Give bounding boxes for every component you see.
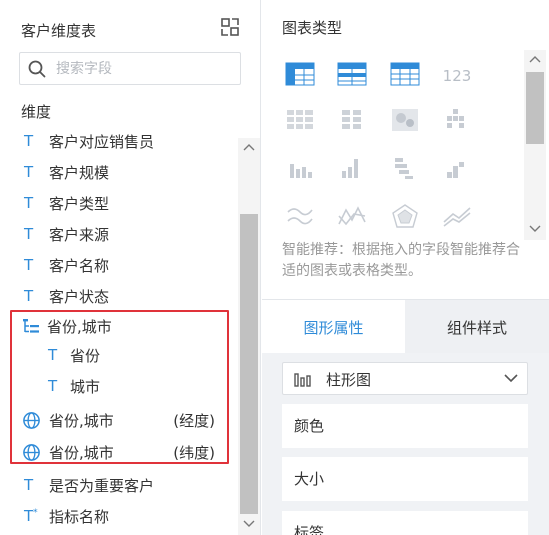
smart-recommend-hint: 智能推荐：根据拖入的字段智能推荐合适的图表或表格类型。 xyxy=(282,242,520,279)
text-star-type-icon: T* xyxy=(24,507,38,525)
tab-graphic-properties[interactable]: 图形属性 xyxy=(262,300,405,354)
text-type-icon: T xyxy=(24,225,34,243)
field-label: 指标名称 xyxy=(49,507,110,526)
bar-chart-icon[interactable] xyxy=(284,154,316,182)
stacked-bar-icon[interactable] xyxy=(389,154,421,182)
switch-table-icon[interactable] xyxy=(220,17,240,37)
field-list-scrollbar[interactable] xyxy=(238,138,260,535)
field-item-metric-name[interactable]: T* 指标名称 xyxy=(0,501,238,531)
chart-type-select-value: 柱形图 xyxy=(326,371,372,389)
globe-icon xyxy=(23,411,40,429)
field-panel: 客户维度表 维度 T 客户对应销售员 T 客户规模 T 客户类型 T 客户来源 xyxy=(0,0,261,535)
property-label: 标签 xyxy=(294,524,325,535)
scrollbar-thumb[interactable] xyxy=(526,72,544,144)
search-icon xyxy=(28,60,46,78)
bar-line-icon[interactable] xyxy=(336,154,368,182)
label-property[interactable]: 标签 xyxy=(282,511,528,535)
field-item-province-city-tree[interactable]: 省份,城市 xyxy=(0,311,238,341)
field-item-sales-rep[interactable]: T 客户对应销售员 xyxy=(0,128,238,156)
step-bar-icon[interactable] xyxy=(441,154,473,182)
globe-icon xyxy=(23,443,40,461)
field-item-customer-name[interactable]: T 客户名称 xyxy=(0,250,238,280)
property-label: 颜色 xyxy=(294,417,325,435)
scatter-block-icon[interactable] xyxy=(441,106,473,134)
field-item-customer-source[interactable]: T 客户来源 xyxy=(0,219,238,249)
field-label: 省份,城市 xyxy=(49,443,114,462)
grid-table-icon[interactable] xyxy=(284,106,316,134)
scroll-down-arrow-icon[interactable] xyxy=(529,224,541,234)
zigzag-line-icon[interactable] xyxy=(336,202,368,230)
graphic-properties-panel: 柱形图 颜色 大小 标签 xyxy=(262,353,549,535)
chart-type-grid: 123 xyxy=(282,58,497,228)
size-property[interactable]: 大小 xyxy=(282,457,528,501)
latitude-suffix: (纬度) xyxy=(173,443,215,462)
color-property[interactable]: 颜色 xyxy=(282,404,528,448)
field-label: 省份,城市 xyxy=(49,411,114,430)
table-icon[interactable] xyxy=(284,60,316,88)
field-item-latitude[interactable]: 省份,城市 (纬度) xyxy=(0,437,238,467)
scroll-up-arrow-icon[interactable] xyxy=(529,54,541,64)
chart-type-title: 图表类型 xyxy=(282,19,343,37)
text-type-icon: T xyxy=(24,476,34,494)
text-type-icon: T xyxy=(24,256,34,274)
field-label: 客户状态 xyxy=(49,287,110,306)
crosstab-icon[interactable] xyxy=(336,60,368,88)
field-label: 客户对应销售员 xyxy=(49,132,155,151)
field-item-important-customer[interactable]: T 是否为重要客户 xyxy=(0,470,238,500)
tab-component-style[interactable]: 组件样式 xyxy=(405,300,549,354)
scroll-down-arrow-icon[interactable] xyxy=(243,519,255,529)
heatmap-icon[interactable] xyxy=(389,106,421,134)
field-label: 客户名称 xyxy=(49,256,110,275)
field-label: 城市 xyxy=(70,377,101,396)
field-label: 省份,城市 xyxy=(47,317,112,336)
field-item-city[interactable]: T 城市 xyxy=(0,371,238,401)
field-label: 客户规模 xyxy=(49,163,110,182)
radar-icon[interactable] xyxy=(389,202,421,230)
field-item-longitude[interactable]: 省份,城市 (经度) xyxy=(0,405,238,435)
bar-chart-icon xyxy=(294,373,311,387)
area-line-icon[interactable] xyxy=(441,202,473,230)
scroll-up-arrow-icon[interactable] xyxy=(243,142,255,152)
longitude-suffix: (经度) xyxy=(173,411,215,430)
field-item-customer-type[interactable]: T 客户类型 xyxy=(0,188,238,218)
field-search-box[interactable] xyxy=(19,52,241,85)
field-item-customer-status[interactable]: T 客户状态 xyxy=(0,281,238,311)
text-type-icon: T xyxy=(24,163,34,181)
field-label: 是否为重要客户 xyxy=(49,476,155,495)
text-type-icon: T xyxy=(24,194,34,212)
text-type-icon: T xyxy=(24,132,34,150)
scrollbar-thumb[interactable] xyxy=(240,214,258,514)
field-label: 省份 xyxy=(70,346,101,365)
hierarchy-tree-icon xyxy=(23,319,39,333)
kpi-number-icon[interactable]: 123 xyxy=(441,60,473,88)
chart-type-scrollbar[interactable] xyxy=(524,50,546,240)
text-type-icon: T xyxy=(48,346,58,364)
field-label: 客户类型 xyxy=(49,194,110,213)
chevron-down-icon xyxy=(504,374,518,383)
dot-matrix-icon[interactable] xyxy=(336,106,368,134)
chart-type-select[interactable]: 柱形图 xyxy=(282,362,528,395)
chart-config-panel: 图表类型 123 智能推荐：根据拖入的字段智能推荐合适的图表或表格类型。 图形属… xyxy=(262,0,549,535)
detail-table-icon[interactable] xyxy=(389,60,421,88)
property-tabs: 图形属性 组件样式 xyxy=(262,299,549,354)
svg-text:123: 123 xyxy=(443,67,472,85)
table-title: 客户维度表 xyxy=(21,22,97,40)
search-input[interactable] xyxy=(56,60,236,78)
field-item-customer-scale[interactable]: T 客户规模 xyxy=(0,157,238,187)
dimension-field-list: T 客户对应销售员 T 客户规模 T 客户类型 T 客户来源 T 客户名称 T … xyxy=(0,128,238,535)
property-label: 大小 xyxy=(294,470,325,488)
field-item-province[interactable]: T 省份 xyxy=(0,340,238,370)
field-label: 客户来源 xyxy=(49,225,110,244)
text-type-icon: T xyxy=(24,287,34,305)
dimension-section-label: 维度 xyxy=(21,103,52,121)
wave-line-icon[interactable] xyxy=(284,202,316,230)
text-type-icon: T xyxy=(48,377,58,395)
